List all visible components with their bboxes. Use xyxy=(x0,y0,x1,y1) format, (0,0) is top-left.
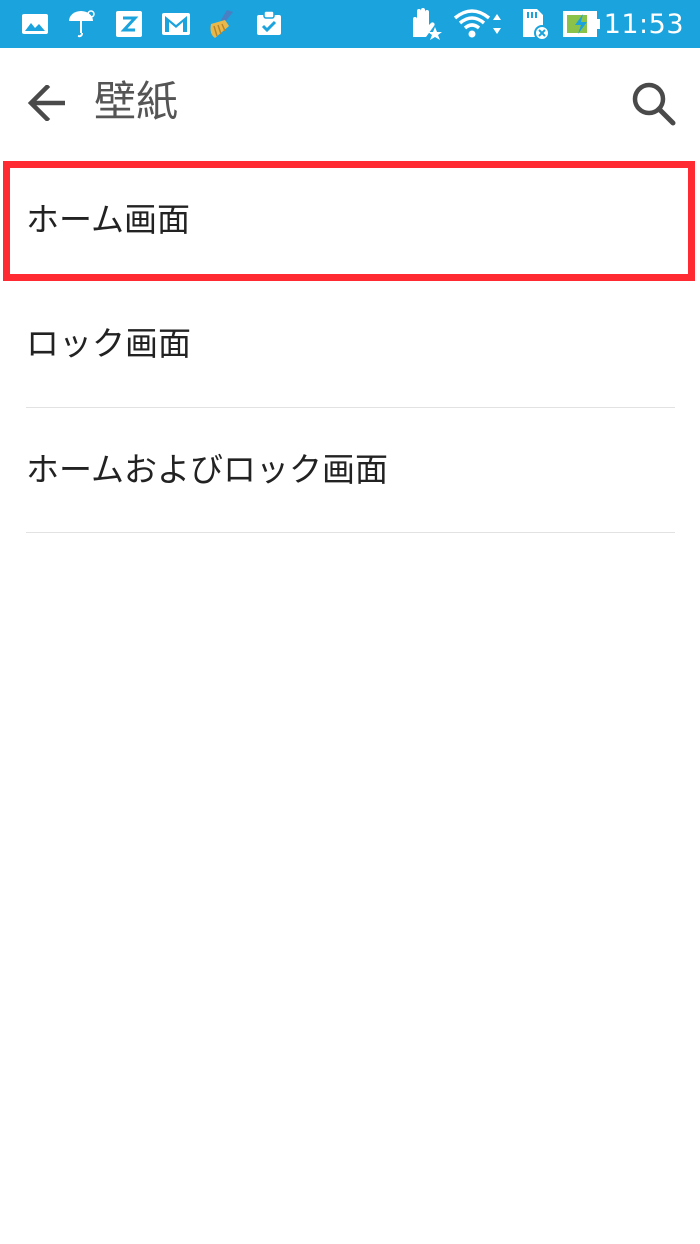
list-item-lock-screen[interactable]: ロック画面 xyxy=(0,282,700,406)
battery-charging-icon xyxy=(562,0,602,48)
search-icon xyxy=(632,82,676,126)
app-bar: 壁紙 xyxy=(0,48,700,158)
clipboard-check-icon xyxy=(252,0,286,48)
divider xyxy=(26,532,675,533)
list-item-home-screen[interactable]: ホーム画面 xyxy=(0,158,700,282)
status-time: 11:53 xyxy=(603,9,684,40)
hand-star-icon xyxy=(404,0,444,48)
photo-icon xyxy=(20,0,50,48)
search-button[interactable] xyxy=(626,76,680,130)
umbrella-icon xyxy=(66,0,96,48)
list-item-label: ロック画面 xyxy=(26,324,191,363)
z-app-icon xyxy=(114,0,144,48)
list-item-label: ホームおよびロック画面 xyxy=(26,450,389,489)
list-item-home-and-lock-screen[interactable]: ホームおよびロック画面 xyxy=(0,408,700,532)
list-item-label: ホーム画面 xyxy=(26,200,191,239)
broom-icon xyxy=(204,0,240,48)
sd-card-icon xyxy=(516,0,552,48)
page-title: 壁紙 xyxy=(94,77,179,126)
wifi-icon xyxy=(452,0,506,48)
back-button[interactable] xyxy=(22,78,72,128)
status-bar: 11:53 xyxy=(0,0,700,48)
gmail-icon xyxy=(160,0,192,48)
arrow-left-icon xyxy=(27,85,65,121)
